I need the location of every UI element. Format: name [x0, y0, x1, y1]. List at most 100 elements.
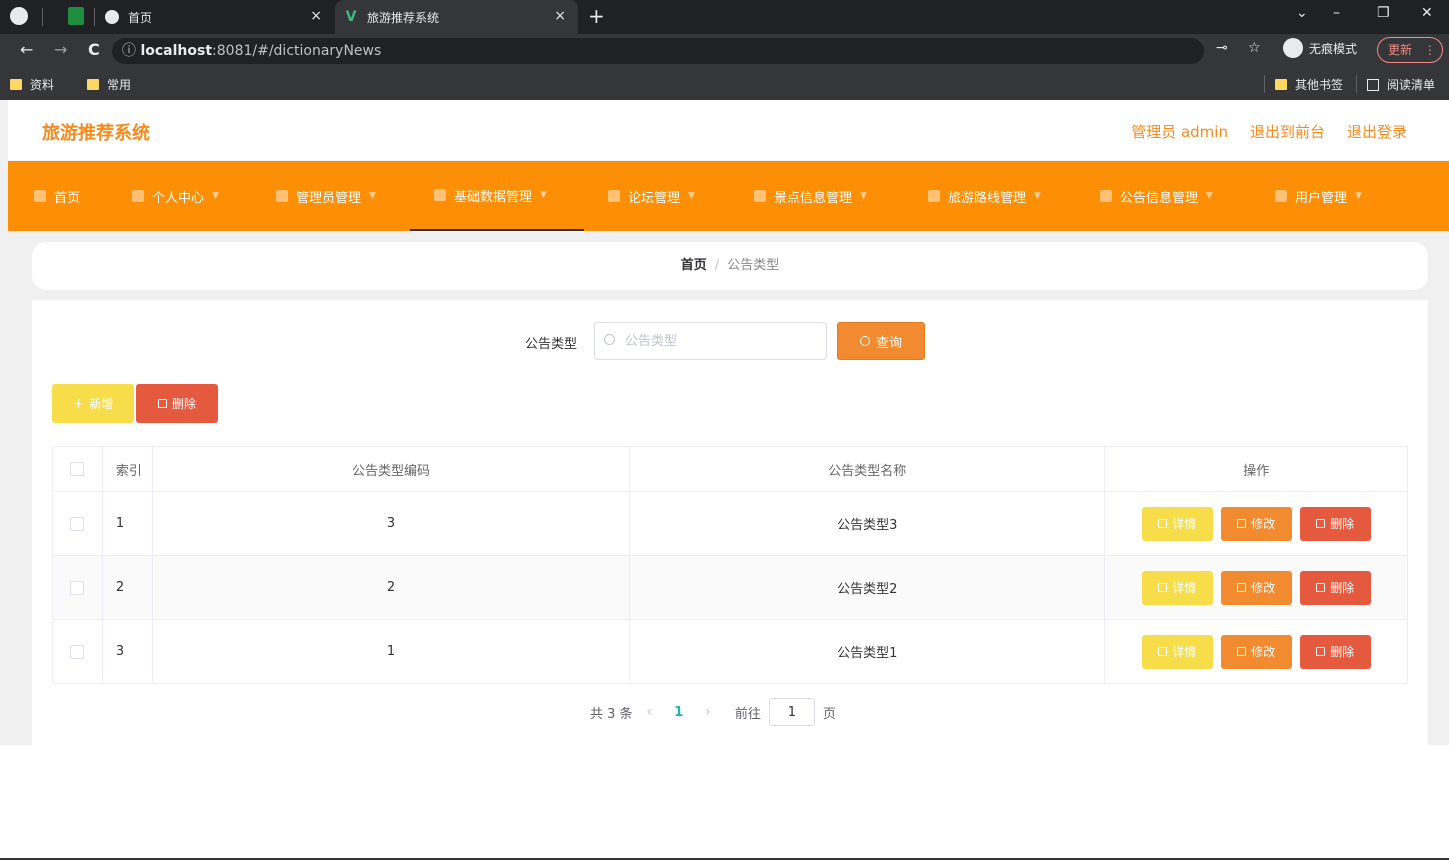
close-tab-icon[interactable]: ×: [310, 8, 322, 24]
menu-label: 旅游路线管理: [948, 190, 1027, 206]
app-title: 旅游推荐系统: [42, 123, 150, 144]
edit-label: 修改: [1251, 645, 1276, 659]
incognito-indicator[interactable]: 无痕模式: [1283, 38, 1357, 58]
header-code: 公告类型编码: [153, 447, 631, 491]
add-button[interactable]: + 新增: [52, 384, 134, 423]
breadcrumb-separator: /: [714, 258, 720, 273]
menu-item-users[interactable]: 用户管理 ▼: [1275, 161, 1362, 231]
exit-to-frontend-link[interactable]: 退出到前台: [1250, 121, 1325, 142]
delete-label: 删除: [1330, 581, 1355, 595]
close-tab-icon[interactable]: ×: [554, 8, 566, 24]
next-page-icon[interactable]: ›: [705, 704, 711, 720]
detail-button[interactable]: 详情: [1141, 506, 1213, 541]
reading-list-icon: [1367, 78, 1379, 91]
edit-button[interactable]: 修改: [1220, 570, 1292, 605]
select-all-checkbox[interactable]: [70, 462, 85, 476]
prev-page-icon[interactable]: ‹: [647, 704, 653, 720]
detail-button[interactable]: 详情: [1141, 634, 1213, 669]
menu-item-home[interactable]: 首页: [34, 161, 80, 231]
chevron-down-icon: ▼: [1355, 191, 1362, 201]
logout-link[interactable]: 退出登录: [1347, 121, 1407, 142]
delete-label: 删除: [1330, 517, 1355, 531]
update-button[interactable]: 更新 ⋮: [1377, 37, 1443, 63]
delete-button[interactable]: 删除: [1299, 570, 1371, 605]
row-checkbox[interactable]: [70, 580, 85, 595]
sheets-icon[interactable]: [68, 7, 84, 25]
browser-tab-app[interactable]: V 旅游推荐系统 ×: [335, 0, 578, 34]
site-info-icon[interactable]: ⓘ: [122, 43, 136, 59]
chrome-icon[interactable]: [10, 7, 28, 25]
bookmark-label: 资料: [30, 78, 55, 92]
trash-icon: [1316, 519, 1326, 528]
menu-item-routes[interactable]: 旅游路线管理 ▼: [928, 161, 1041, 231]
star-icon[interactable]: ☆: [1248, 40, 1261, 56]
chevron-down-icon: ▼: [688, 191, 695, 201]
browser-tab-strip: 首页 × V 旅游推荐系统 × + ⌄ – ❐ ✕: [0, 0, 1449, 34]
chevron-down-icon: ▼: [369, 191, 376, 201]
clipboard-icon: [1275, 190, 1287, 202]
chevron-down-icon: ▼: [1034, 191, 1041, 201]
main-menu: 首页 个人中心 ▼ 管理员管理 ▼ 基础数据管理 ▼ 论坛管理 ▼ 景点信息管理…: [8, 161, 1449, 231]
breadcrumb-home[interactable]: 首页: [681, 258, 707, 273]
row-checkbox[interactable]: [70, 516, 85, 531]
tab-title: 旅游推荐系统: [367, 10, 440, 25]
row-checkbox[interactable]: [70, 644, 85, 659]
row-checkbox-cell: [53, 556, 103, 619]
table-row: 1 3 公告类型3 详情 修改 删除: [53, 491, 1407, 555]
reading-list[interactable]: 阅读清单: [1367, 76, 1435, 93]
menu-item-personal-center[interactable]: 个人中心 ▼: [132, 161, 219, 231]
bookmark-folder[interactable]: 常用: [87, 76, 131, 93]
reload-icon[interactable]: C: [88, 40, 100, 59]
delete-button[interactable]: 删除: [1299, 634, 1371, 669]
tab-search-icon[interactable]: ⌄: [1296, 5, 1308, 21]
key-icon[interactable]: ⊸: [1216, 40, 1228, 56]
pencil-icon: [1237, 583, 1247, 592]
bookmark-folder[interactable]: 资料: [10, 76, 54, 93]
header-index: 索引: [103, 447, 153, 491]
detail-label: 详情: [1172, 645, 1197, 659]
menu-label: 首页: [54, 190, 81, 206]
window-close-icon[interactable]: ✕: [1421, 5, 1433, 21]
query-button[interactable]: 查询: [837, 322, 925, 360]
url-input[interactable]: ⓘ localhost:8081/#/dictionaryNews: [112, 38, 1204, 64]
back-icon[interactable]: ←: [20, 40, 33, 59]
address-bar-row: ← → C ⓘ localhost:8081/#/dictionaryNews …: [0, 34, 1449, 68]
search-input[interactable]: [594, 322, 827, 360]
plus-icon: +: [72, 395, 85, 412]
goto-page-input[interactable]: [768, 698, 815, 726]
row-actions: 详情 修改 删除: [1105, 492, 1407, 555]
menu-label: 个人中心: [152, 190, 205, 206]
admin-user-link[interactable]: 管理员 admin: [1131, 121, 1228, 142]
other-bookmarks[interactable]: 其他书签: [1275, 76, 1343, 93]
header-links: 管理员 admin 退出到前台 退出登录: [1131, 121, 1407, 142]
row-checkbox-cell: [53, 492, 103, 555]
browser-tab-home[interactable]: 首页 ×: [104, 0, 334, 34]
page-viewport: 旅游推荐系统 管理员 admin 退出到前台 退出登录 首页 个人中心 ▼ 管理…: [0, 100, 1449, 745]
menu-item-admin[interactable]: 管理员管理 ▼: [276, 161, 376, 231]
delete-label: 删除: [171, 397, 196, 411]
forward-icon[interactable]: →: [54, 40, 67, 59]
delete-button[interactable]: 删除: [1299, 506, 1371, 541]
edit-button[interactable]: 修改: [1220, 506, 1292, 541]
edit-label: 修改: [1251, 581, 1276, 595]
menu-item-notices[interactable]: 公告信息管理 ▼: [1100, 161, 1213, 231]
menu-item-scenic[interactable]: 景点信息管理 ▼: [754, 161, 867, 231]
edit-button[interactable]: 修改: [1220, 634, 1292, 669]
add-label: 新增: [89, 397, 114, 411]
mail-icon: [1100, 190, 1112, 202]
menu-label: 公告信息管理: [1120, 190, 1199, 206]
chevron-down-icon: ▼: [540, 190, 547, 200]
batch-delete-button[interactable]: 删除: [136, 384, 218, 423]
tab-title: 首页: [128, 10, 153, 25]
restore-icon[interactable]: ❐: [1377, 5, 1390, 21]
detail-button[interactable]: 详情: [1141, 570, 1213, 605]
document-icon: [1158, 647, 1168, 656]
current-page[interactable]: 1: [674, 705, 683, 720]
pagination: 共 3 条 ‹ 1 › 前往 页: [590, 698, 836, 726]
minimize-icon[interactable]: –: [1333, 5, 1340, 21]
chat-icon: [276, 190, 288, 202]
menu-item-forum[interactable]: 论坛管理 ▼: [608, 161, 695, 231]
menu-item-basic-data[interactable]: 基础数据管理 ▼: [410, 161, 584, 231]
data-table: 索引 公告类型编码 公告类型名称 操作 1 3 公告类型3 详情 修改 删除 2: [52, 446, 1408, 684]
new-tab-button[interactable]: +: [588, 4, 605, 28]
